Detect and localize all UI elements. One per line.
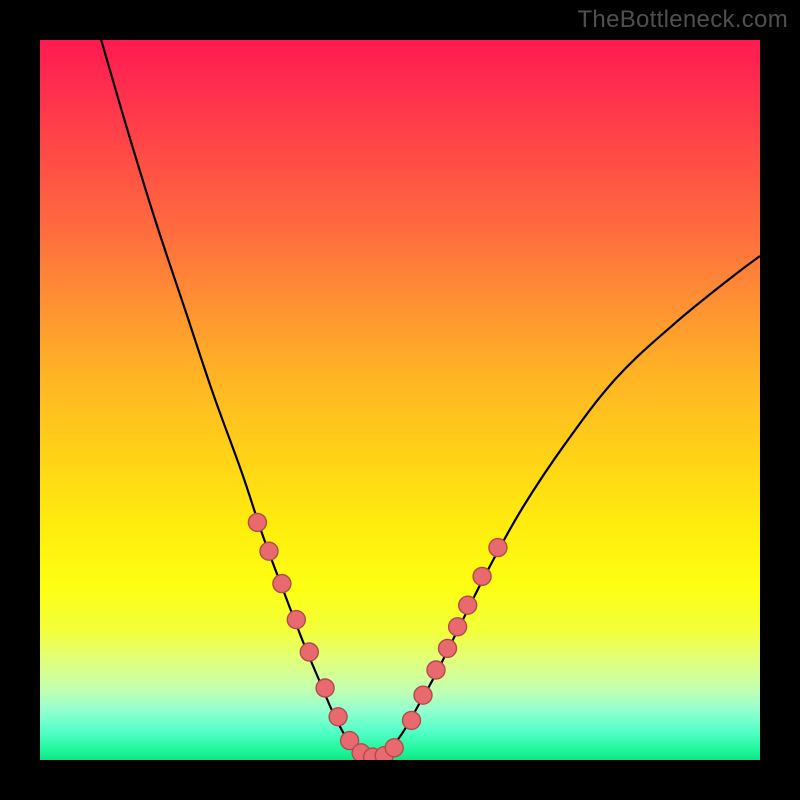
curve-marker (316, 679, 334, 697)
curve-marker (473, 567, 491, 585)
curve-marker (459, 596, 477, 614)
curve-marker (403, 711, 421, 729)
marker-group (248, 513, 507, 760)
curve-marker (449, 618, 467, 636)
curve-marker (489, 539, 507, 557)
curve-marker (300, 643, 318, 661)
curve-marker (427, 661, 445, 679)
curve-marker (329, 708, 347, 726)
curve-marker (287, 611, 305, 629)
curve-left-branch (101, 40, 371, 758)
curve-marker (439, 639, 457, 657)
curve-right-branch (371, 256, 760, 758)
curve-marker (273, 575, 291, 593)
chart-stage: TheBottleneck.com (0, 0, 800, 800)
watermark-text: TheBottleneck.com (577, 6, 788, 34)
curve-marker (414, 686, 432, 704)
chart-overlay-svg (40, 40, 760, 760)
curve-marker (260, 542, 278, 560)
curve-marker (248, 513, 266, 531)
plot-area (40, 40, 760, 760)
curve-marker (385, 739, 403, 757)
